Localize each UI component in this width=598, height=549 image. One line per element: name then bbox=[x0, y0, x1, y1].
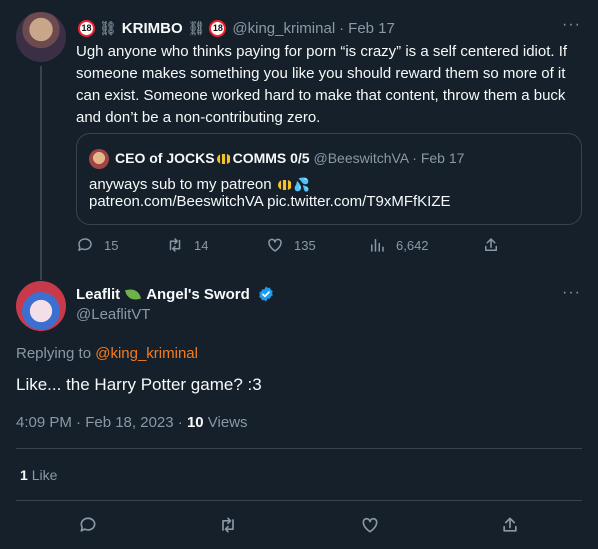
eighteen-badge-icon: 18 bbox=[78, 20, 95, 37]
tweet-timestamp[interactable]: 4:09 PM · Feb 18, 2023 · bbox=[16, 414, 183, 431]
like-button[interactable]: 135 bbox=[266, 236, 316, 254]
original-tweet[interactable]: 18 ⛓ KRIMBO ⛓ 18 @king_kriminal · Feb 17… bbox=[0, 0, 598, 280]
quoted-avatar bbox=[89, 149, 109, 169]
sweat-drops-icon: 💦 bbox=[293, 177, 310, 192]
share-icon bbox=[485, 238, 497, 251]
quoted-date: Feb 17 bbox=[420, 150, 465, 166]
reply-text: Like... the Harry Potter game? :3 bbox=[16, 375, 262, 394]
like-count: 135 bbox=[294, 237, 316, 253]
chain-icon: ⛓ bbox=[99, 20, 117, 36]
bee-icon bbox=[216, 154, 231, 165]
like-icon bbox=[268, 238, 282, 252]
eighteen-badge-icon: 18 bbox=[209, 20, 227, 37]
tweet-text: Ugh anyone who thinks paying for porn “i… bbox=[76, 43, 568, 126]
replying-label: Replying to bbox=[16, 345, 92, 362]
more-icon[interactable]: ··· bbox=[562, 16, 581, 34]
reply-actions bbox=[0, 515, 598, 537]
likes-label: Like bbox=[31, 467, 58, 483]
share-button[interactable] bbox=[482, 236, 500, 254]
more-icon[interactable]: ··· bbox=[562, 284, 581, 302]
quoted-tweet[interactable]: CEO of JOCKS COMMS 0/5 @BeeswitchVA · Feb… bbox=[76, 133, 582, 225]
avatar[interactable] bbox=[16, 281, 66, 331]
divider bbox=[16, 448, 582, 449]
handle[interactable]: @king_kriminal bbox=[232, 20, 335, 37]
tweet-date[interactable]: Feb 17 bbox=[348, 20, 395, 37]
display-name-part1: Leaflit bbox=[76, 285, 121, 303]
display-name[interactable]: KRIMBO bbox=[122, 20, 183, 37]
separator: · bbox=[339, 20, 345, 37]
share-icon[interactable] bbox=[500, 515, 520, 535]
retweet-count: 14 bbox=[194, 237, 209, 253]
tweet-header: 18 ⛓ KRIMBO ⛓ 18 @king_kriminal · Feb 17 bbox=[76, 20, 395, 37]
likes-count: 1 bbox=[20, 467, 28, 483]
avatar[interactable] bbox=[16, 12, 66, 62]
chain-icon: ⛓ bbox=[187, 20, 206, 36]
quoted-name-part1: CEO of JOCKS bbox=[115, 150, 215, 166]
leaf-icon bbox=[125, 287, 142, 301]
thread-line bbox=[40, 66, 42, 280]
replying-to: Replying to @king_kriminal bbox=[16, 345, 198, 362]
handle[interactable]: @LeaflitVT bbox=[76, 306, 150, 323]
views-icon bbox=[371, 239, 384, 252]
quoted-text-line: anyways sub to my patreon 💦 bbox=[89, 176, 310, 193]
views-count: 10 bbox=[186, 414, 204, 431]
reply-author-name[interactable]: Leaflit Angel's Sword bbox=[76, 285, 275, 303]
quoted-header: CEO of JOCKS COMMS 0/5 @BeeswitchVA · Feb… bbox=[115, 150, 464, 166]
tweet-actions: 15 14 135 6,642 bbox=[76, 236, 506, 256]
like-icon[interactable] bbox=[360, 515, 380, 535]
views-button[interactable]: 6,642 bbox=[368, 236, 429, 254]
reply-icon bbox=[78, 238, 92, 251]
bee-icon bbox=[277, 180, 292, 191]
verified-icon[interactable] bbox=[257, 285, 275, 303]
retweet-icon[interactable] bbox=[218, 515, 238, 535]
replying-to-link[interactable]: @king_kriminal bbox=[95, 345, 198, 362]
tweet-meta: 4:09 PM · Feb 18, 2023 · 10 Views bbox=[16, 414, 248, 431]
views-count: 6,642 bbox=[396, 237, 429, 253]
reply-button[interactable]: 15 bbox=[76, 236, 118, 254]
reply-count: 15 bbox=[104, 237, 119, 253]
reply-icon[interactable] bbox=[78, 515, 98, 535]
quoted-name-part2: COMMS 0/5 bbox=[232, 150, 310, 166]
likes-link[interactable]: 1 Like bbox=[20, 467, 57, 483]
quoted-handle: @BeeswitchVA bbox=[313, 150, 409, 166]
divider bbox=[16, 500, 582, 501]
retweet-icon bbox=[169, 238, 181, 252]
retweet-button[interactable]: 14 bbox=[166, 236, 208, 254]
views-label: Views bbox=[207, 414, 248, 431]
quoted-text: anyways sub to my patreon bbox=[89, 176, 272, 193]
separator: · bbox=[412, 150, 417, 166]
quoted-links[interactable]: patreon.com/BeeswitchVA pic.twitter.com/… bbox=[89, 193, 451, 210]
display-name-part2: Angel's Sword bbox=[146, 285, 250, 303]
